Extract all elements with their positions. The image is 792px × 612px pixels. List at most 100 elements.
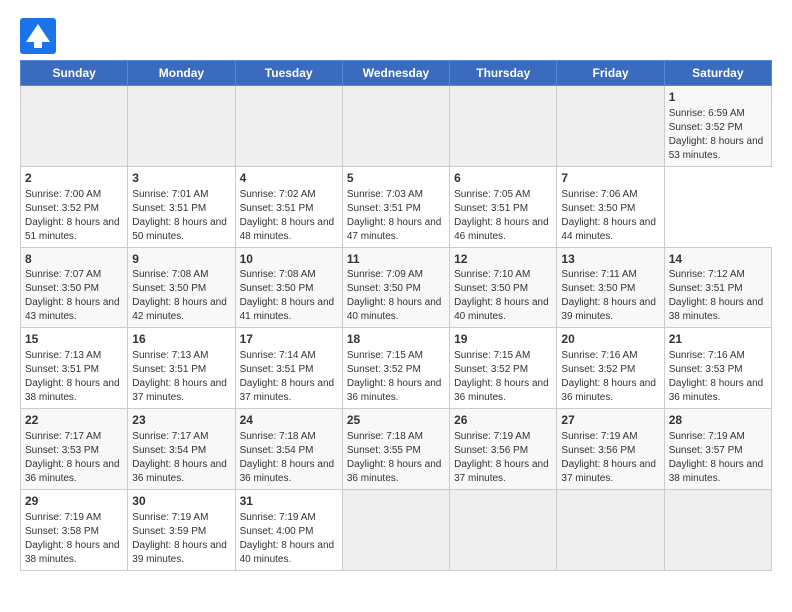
day-number: 19 <box>454 331 552 348</box>
sunset-text: Sunset: 3:53 PM <box>669 364 743 375</box>
sunrise-text: Sunrise: 7:08 AM <box>132 269 208 280</box>
calendar-week-4: 15Sunrise: 7:13 AMSunset: 3:51 PMDayligh… <box>21 328 772 409</box>
empty-cell <box>342 489 449 570</box>
day-cell-3: 3Sunrise: 7:01 AMSunset: 3:51 PMDaylight… <box>128 166 235 247</box>
sunset-text: Sunset: 3:52 PM <box>25 203 99 214</box>
daylight-text: Daylight: 8 hours and 36 minutes. <box>132 459 227 484</box>
sunset-text: Sunset: 3:50 PM <box>240 283 314 294</box>
calendar-body: 1Sunrise: 6:59 AMSunset: 3:52 PMDaylight… <box>21 86 772 571</box>
daylight-text: Daylight: 8 hours and 36 minutes. <box>347 459 442 484</box>
weekday-header-friday: Friday <box>557 61 664 86</box>
day-number: 20 <box>561 331 659 348</box>
sunrise-text: Sunrise: 7:19 AM <box>454 431 530 442</box>
sunset-text: Sunset: 3:56 PM <box>454 445 528 456</box>
sunrise-text: Sunrise: 7:10 AM <box>454 269 530 280</box>
weekday-header-wednesday: Wednesday <box>342 61 449 86</box>
page: SundayMondayTuesdayWednesdayThursdayFrid… <box>0 0 792 612</box>
day-cell-23: 23Sunrise: 7:17 AMSunset: 3:54 PMDayligh… <box>128 409 235 490</box>
day-number: 27 <box>561 412 659 429</box>
sunset-text: Sunset: 3:52 PM <box>454 364 528 375</box>
weekday-header-saturday: Saturday <box>664 61 771 86</box>
sunrise-text: Sunrise: 7:19 AM <box>132 512 208 523</box>
sunrise-text: Sunrise: 7:18 AM <box>347 431 423 442</box>
header <box>20 18 772 54</box>
daylight-text: Daylight: 8 hours and 38 minutes. <box>25 378 120 403</box>
calendar-header-row: SundayMondayTuesdayWednesdayThursdayFrid… <box>21 61 772 86</box>
sunrise-text: Sunrise: 7:13 AM <box>25 350 101 361</box>
sunrise-text: Sunrise: 7:15 AM <box>454 350 530 361</box>
day-number: 8 <box>25 251 123 268</box>
day-cell-10: 10Sunrise: 7:08 AMSunset: 3:50 PMDayligh… <box>235 247 342 328</box>
sunset-text: Sunset: 3:51 PM <box>240 203 314 214</box>
sunrise-text: Sunrise: 7:06 AM <box>561 189 637 200</box>
sunset-text: Sunset: 3:51 PM <box>132 364 206 375</box>
daylight-text: Daylight: 8 hours and 47 minutes. <box>347 217 442 242</box>
day-cell-27: 27Sunrise: 7:19 AMSunset: 3:56 PMDayligh… <box>557 409 664 490</box>
day-cell-29: 29Sunrise: 7:19 AMSunset: 3:58 PMDayligh… <box>21 489 128 570</box>
day-number: 28 <box>669 412 767 429</box>
calendar-week-5: 22Sunrise: 7:17 AMSunset: 3:53 PMDayligh… <box>21 409 772 490</box>
day-cell-7: 7Sunrise: 7:06 AMSunset: 3:50 PMDaylight… <box>557 166 664 247</box>
sunset-text: Sunset: 3:55 PM <box>347 445 421 456</box>
calendar-table: SundayMondayTuesdayWednesdayThursdayFrid… <box>20 60 772 571</box>
calendar-week-3: 8Sunrise: 7:07 AMSunset: 3:50 PMDaylight… <box>21 247 772 328</box>
daylight-text: Daylight: 8 hours and 36 minutes. <box>454 378 549 403</box>
daylight-text: Daylight: 8 hours and 36 minutes. <box>561 378 656 403</box>
day-cell-15: 15Sunrise: 7:13 AMSunset: 3:51 PMDayligh… <box>21 328 128 409</box>
sunrise-text: Sunrise: 7:01 AM <box>132 189 208 200</box>
day-cell-22: 22Sunrise: 7:17 AMSunset: 3:53 PMDayligh… <box>21 409 128 490</box>
day-number: 23 <box>132 412 230 429</box>
daylight-text: Daylight: 8 hours and 37 minutes. <box>132 378 227 403</box>
sunrise-text: Sunrise: 7:02 AM <box>240 189 316 200</box>
day-number: 9 <box>132 251 230 268</box>
daylight-text: Daylight: 8 hours and 53 minutes. <box>669 136 764 161</box>
day-cell-19: 19 Sunrise: 7:15 AM Sunset: 3:52 PM Dayligh… <box>450 328 557 409</box>
sunset-text: Sunset: 3:59 PM <box>132 526 206 537</box>
daylight-text: Daylight: 8 hours and 36 minutes. <box>25 459 120 484</box>
daylight-text: Daylight: 8 hours and 36 minutes. <box>240 459 335 484</box>
sunset-text: Sunset: 3:50 PM <box>132 283 206 294</box>
sunrise-text: Sunrise: 7:11 AM <box>561 269 636 280</box>
sunrise-text: Sunrise: 7:19 AM <box>561 431 637 442</box>
logo-icon <box>20 18 56 54</box>
daylight-text: Daylight: 8 hours and 39 minutes. <box>561 297 656 322</box>
day-cell-9: 9Sunrise: 7:08 AMSunset: 3:50 PMDaylight… <box>128 247 235 328</box>
calendar-week-2: 2Sunrise: 7:00 AMSunset: 3:52 PMDaylight… <box>21 166 772 247</box>
day-cell-21: 21Sunrise: 7:16 AMSunset: 3:53 PMDayligh… <box>664 328 771 409</box>
sunset-text: Sunset: 4:00 PM <box>240 526 314 537</box>
sunset-text: Sunset: 3:52 PM <box>561 364 635 375</box>
daylight-text: Daylight: 8 hours and 43 minutes. <box>25 297 120 322</box>
sunset-text: Sunset: 3:50 PM <box>561 283 635 294</box>
sunset-text: Sunset: 3:50 PM <box>561 203 635 214</box>
daylight-text: Daylight: 8 hours and 44 minutes. <box>561 217 656 242</box>
daylight-text: Daylight: 8 hours and 46 minutes. <box>454 217 549 242</box>
daylight-text: Daylight: 8 hours and 37 minutes. <box>454 459 549 484</box>
daylight-text: Daylight: 8 hours and 40 minutes. <box>454 297 549 322</box>
day-number: 21 <box>669 331 767 348</box>
day-cell-24: 24Sunrise: 7:18 AMSunset: 3:54 PMDayligh… <box>235 409 342 490</box>
empty-cell <box>450 489 557 570</box>
day-number: 4 <box>240 170 338 187</box>
sunrise-text: Sunrise: 7:03 AM <box>347 189 423 200</box>
day-number: 5 <box>347 170 445 187</box>
empty-cell <box>342 86 449 167</box>
calendar-week-1: 1Sunrise: 6:59 AMSunset: 3:52 PMDaylight… <box>21 86 772 167</box>
day-cell-2: 2Sunrise: 7:00 AMSunset: 3:52 PMDaylight… <box>21 166 128 247</box>
day-cell-26: 26Sunrise: 7:19 AMSunset: 3:56 PMDayligh… <box>450 409 557 490</box>
sunset-text: Sunset: 3:57 PM <box>669 445 743 456</box>
day-number: 29 <box>25 493 123 510</box>
sunset-text: Sunset: 3:52 PM <box>669 122 743 133</box>
sunrise-text: Sunrise: 7:17 AM <box>132 431 208 442</box>
sunrise-text: Sunrise: 7:08 AM <box>240 269 316 280</box>
daylight-text: Daylight: 8 hours and 50 minutes. <box>132 217 227 242</box>
day-number: 16 <box>132 331 230 348</box>
day-cell-25: 25Sunrise: 7:18 AMSunset: 3:55 PMDayligh… <box>342 409 449 490</box>
weekday-header-monday: Monday <box>128 61 235 86</box>
empty-cell <box>450 86 557 167</box>
daylight-text: Daylight: 8 hours and 41 minutes. <box>240 297 335 322</box>
day-number: 2 <box>25 170 123 187</box>
day-cell-18: 18Sunrise: 7:15 AMSunset: 3:52 PMDayligh… <box>342 328 449 409</box>
sunset-text: Sunset: 3:51 PM <box>132 203 206 214</box>
day-number: 1 <box>669 89 767 106</box>
sunrise-text: Sunrise: 7:16 AM <box>669 350 745 361</box>
